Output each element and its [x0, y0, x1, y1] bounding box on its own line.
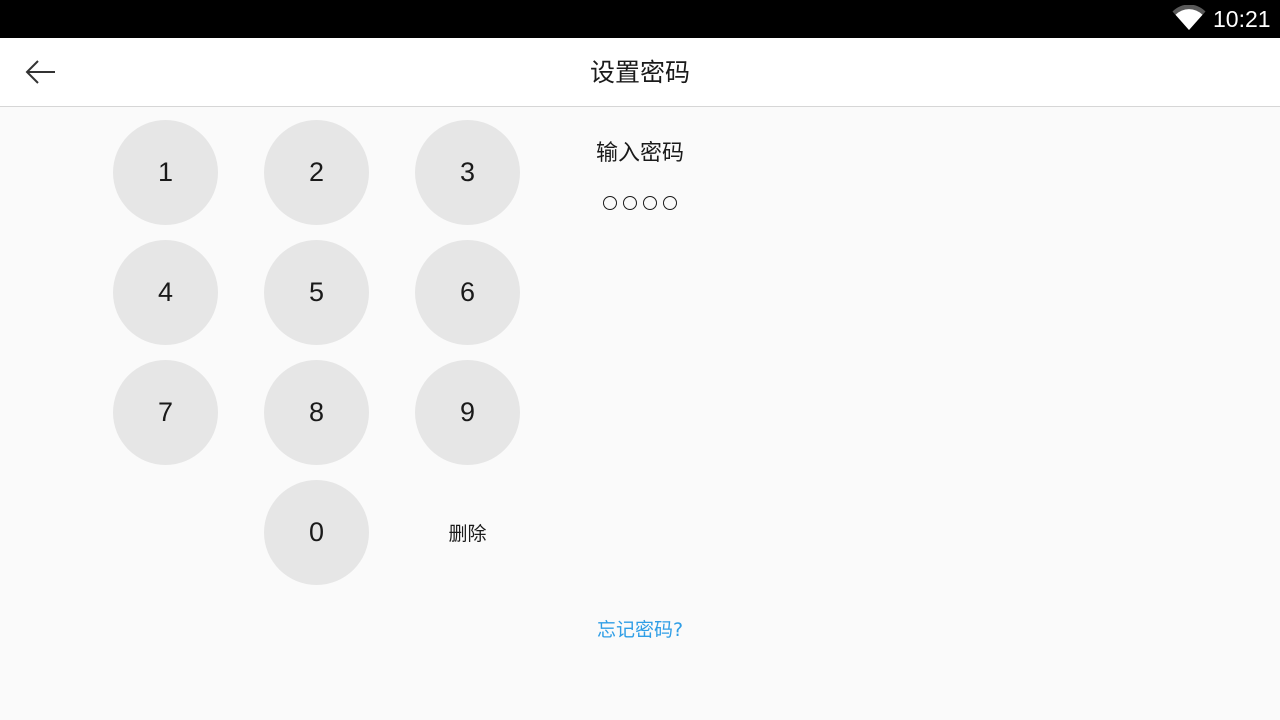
key-6[interactable]: 6: [415, 240, 520, 345]
forgot-password-link[interactable]: 忘记密码?: [540, 616, 740, 644]
pin-dot: [643, 196, 657, 210]
pin-prompt: 输入密码: [595, 141, 684, 166]
key-1[interactable]: 1: [113, 120, 218, 225]
pin-dot: [623, 196, 637, 210]
key-3[interactable]: 3: [415, 120, 520, 225]
pin-indicator: [600, 196, 680, 214]
pin-dot: [603, 196, 617, 210]
key-7[interactable]: 7: [113, 360, 218, 465]
key-2[interactable]: 2: [264, 120, 369, 225]
key-4[interactable]: 4: [113, 240, 218, 345]
status-time: 10:21: [1213, 6, 1271, 32]
pin-dot: [663, 196, 677, 210]
key-5[interactable]: 5: [264, 240, 369, 345]
page-title: 设置密码: [589, 58, 690, 87]
wifi-icon: [1172, 5, 1206, 31]
key-8[interactable]: 8: [264, 360, 369, 465]
delete-button[interactable]: 删除: [415, 482, 520, 587]
key-9[interactable]: 9: [415, 360, 520, 465]
app-bar: 设置密码: [0, 38, 1280, 107]
key-0[interactable]: 0: [264, 480, 369, 585]
status-bar: 10:21: [0, 0, 1280, 38]
